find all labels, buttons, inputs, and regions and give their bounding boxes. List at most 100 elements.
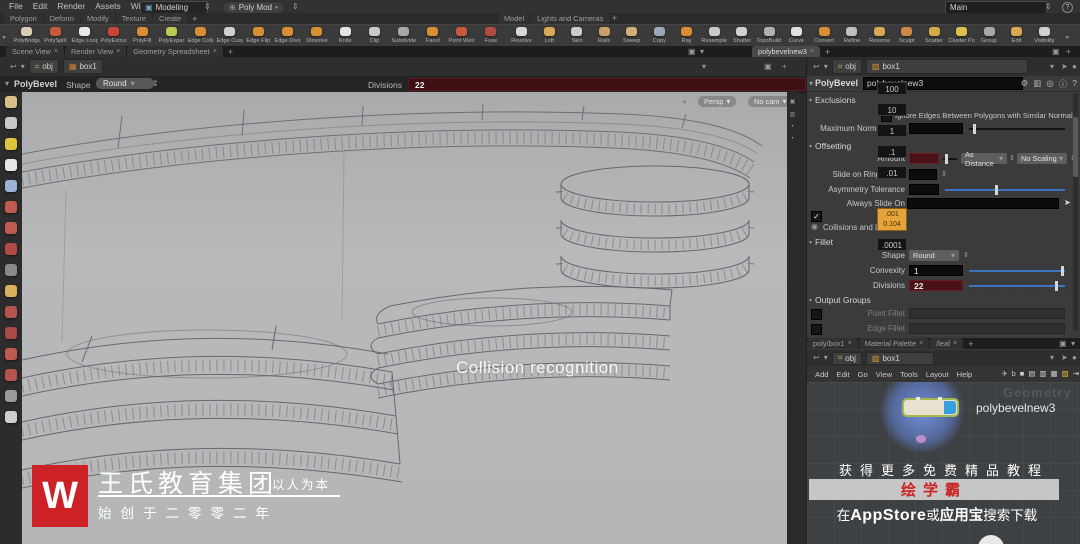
path-node-chip[interactable]: ▨ box1 <box>865 351 934 365</box>
path-node-chip[interactable]: ▦ box1 <box>62 59 103 74</box>
node-input-connector[interactable] <box>938 397 942 400</box>
shelf-tool[interactable]: Sweep <box>618 27 646 44</box>
pane-tab[interactable]: Material Palette × <box>858 338 930 349</box>
ladder-cell[interactable]: .0001 <box>877 238 907 251</box>
value-ladder[interactable]: 100 10 1 .1 .01 .001 0.104 .0001 <box>877 82 907 251</box>
network-menu-item[interactable]: Help <box>953 370 977 379</box>
network-toolbar-icon[interactable]: ✈ <box>1001 369 1007 378</box>
shelf-tool[interactable]: Visibility <box>1031 27 1059 44</box>
shelf-tool[interactable]: Subdivide <box>389 27 418 44</box>
pin-icon[interactable]: ➤ <box>1061 62 1068 71</box>
link-icon[interactable]: ▣ <box>764 62 772 71</box>
shelf-tool[interactable]: Fuse <box>476 27 505 44</box>
shelf-tool[interactable]: PolyExtrude <box>99 27 128 44</box>
network-toolbar-icon[interactable]: ⇥ <box>1073 369 1079 378</box>
shelf-overflow-right-icon[interactable]: ▸ <box>1066 33 1070 41</box>
shelf-tab[interactable]: Polygon <box>4 13 43 24</box>
scrollbar-handle[interactable] <box>1073 117 1078 177</box>
menu-item[interactable]: File <box>4 0 28 13</box>
shelf-tool[interactable]: Dissolve <box>302 27 331 44</box>
path-node-chip[interactable]: ▨ box1 <box>865 59 1028 74</box>
amount-mode-dropdown[interactable]: As Distance ▾ <box>961 150 1007 168</box>
shelf-tool[interactable]: PolyFill <box>128 27 157 44</box>
network-toolbar-icon[interactable]: ▦ <box>1051 369 1058 378</box>
close-icon[interactable]: × <box>953 340 957 347</box>
history-dropdown-icon[interactable]: ▾ <box>824 354 828 362</box>
slide-ring-field[interactable] <box>909 169 937 180</box>
viewport-tool-icon[interactable] <box>5 243 17 255</box>
viewport-tool-icon[interactable] <box>5 411 17 423</box>
shelf-tool[interactable]: Convert <box>811 27 839 44</box>
add-pane-tab-icon[interactable]: + <box>964 339 977 349</box>
network-menu-item[interactable]: Tools <box>896 370 922 379</box>
help-icon[interactable]: ? <box>1072 78 1077 90</box>
edge-fillet-field[interactable] <box>909 323 1065 334</box>
convexity-slider[interactable] <box>969 266 1065 276</box>
display-option-icon[interactable]: • <box>791 124 793 130</box>
shelf-tool[interactable]: Cluster Points <box>948 27 976 44</box>
path-dropdown-icon[interactable]: ▾ <box>1050 354 1054 362</box>
shape-dropdown[interactable]: Round ▾ <box>909 250 959 261</box>
param-scrollbar[interactable] <box>1073 93 1078 331</box>
ladder-cell[interactable]: .1 <box>877 145 907 158</box>
history-dropdown-icon[interactable]: ▾ <box>21 62 25 71</box>
close-icon[interactable]: × <box>116 48 120 55</box>
point-fillet-field[interactable] <box>909 308 1065 319</box>
amount-field[interactable] <box>909 153 939 164</box>
max-normal-angle-field[interactable] <box>909 123 963 134</box>
shelf-tool[interactable]: Copy <box>646 27 674 44</box>
info-icon[interactable]: ⓘ <box>1059 78 1068 90</box>
add-pane-tab-icon[interactable]: + <box>821 47 834 57</box>
menu-item[interactable]: Render <box>52 0 90 13</box>
menu-item[interactable]: Assets <box>90 0 126 13</box>
section-fillet[interactable]: ▾ Fillet <box>809 237 833 247</box>
viewport-tool-icon[interactable] <box>5 306 17 318</box>
pane-tab[interactable]: Render View × <box>65 46 127 57</box>
max-normal-angle-slider[interactable] <box>969 124 1065 134</box>
shelf-add-tab-icon[interactable]: + <box>188 14 201 24</box>
slider-knob[interactable] <box>973 124 976 134</box>
shelf-tool[interactable]: Group <box>976 27 1004 44</box>
viewport-tool-icon[interactable] <box>5 159 17 171</box>
collisions-icon[interactable]: ◉ <box>811 223 818 231</box>
network-toolbar-icon[interactable]: ■ <box>1020 369 1025 378</box>
link-icon[interactable]: ● <box>1072 62 1077 71</box>
shelf-tool[interactable]: TopoBuild <box>756 27 784 44</box>
op-shape-dropdown[interactable]: Round ▾ <box>96 78 154 89</box>
polybevel-node[interactable] <box>902 397 959 417</box>
always-slide-field[interactable] <box>907 198 1059 209</box>
shelf-tool[interactable]: Refine <box>838 27 866 44</box>
shelf-tool[interactable]: Shatter <box>728 27 756 44</box>
shelf-tool[interactable]: Facet <box>418 27 447 44</box>
divisions-field[interactable]: 22 <box>909 280 963 291</box>
network-toolbar-icon[interactable]: ▥ <box>1039 369 1046 378</box>
path-dropdown-icon[interactable]: ▾ <box>702 62 706 71</box>
snapshot-icon[interactable]: ● <box>682 98 687 106</box>
shelf-tool[interactable]: Sculpt <box>893 27 921 44</box>
menu-item[interactable]: Edit <box>28 0 53 13</box>
display-option-icon[interactable]: • <box>791 136 793 142</box>
close-icon[interactable]: × <box>213 48 217 55</box>
shelf-add-tab-icon-right[interactable]: + <box>608 13 621 23</box>
viewport-tool-icon[interactable] <box>5 264 17 276</box>
viewport-tool-icon[interactable] <box>5 138 17 150</box>
shelf-tool[interactable]: Point Weld <box>447 27 476 44</box>
op-updown-icon[interactable]: ⇕ <box>152 80 159 88</box>
shelf-tool[interactable]: Edge Flip <box>244 27 273 44</box>
shelf-tab[interactable]: Model <box>498 13 531 24</box>
back-icon[interactable]: ↩ <box>813 62 820 71</box>
link-icon[interactable]: ● <box>1072 354 1077 362</box>
network-editor[interactable]: Geometry polybevelnew3 获得更多免费精品教程 绘学霸 在A… <box>807 382 1080 544</box>
enable-checkbox[interactable]: ✓ <box>811 211 822 222</box>
path-root-chip[interactable]: ⌗ obj <box>831 351 862 365</box>
shelf-tool[interactable]: PolyExpand2D <box>157 27 186 44</box>
node-input-connector[interactable] <box>916 397 920 400</box>
pane-tab[interactable]: Geometry Spreadsheet × <box>127 46 223 57</box>
shelf-tab[interactable]: Lights and Cameras <box>531 13 610 24</box>
section-exclusions[interactable]: ▾ Exclusions <box>809 95 856 105</box>
ladder-cell[interactable]: 100 <box>877 82 907 95</box>
history-dropdown-icon[interactable]: ▾ <box>824 62 828 71</box>
slider-knob[interactable] <box>995 185 998 195</box>
pane-tab[interactable]: polybevelnew3 × <box>752 46 820 57</box>
shelf-tool[interactable]: PolySplit <box>41 27 70 44</box>
